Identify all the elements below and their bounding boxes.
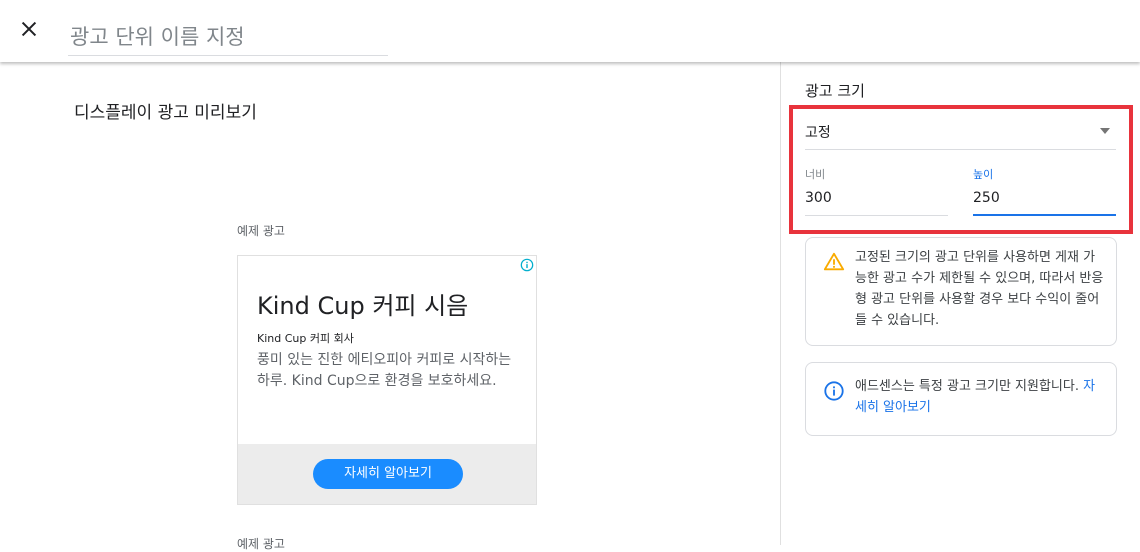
height-field[interactable]: 높이 (973, 166, 1116, 216)
info-text: 애드센스는 특정 광고 크기만 지원합니다. (855, 379, 1079, 394)
ad-size-type-value: 고정 (805, 125, 831, 141)
ad-choices-button[interactable] (520, 258, 534, 272)
preview-area: 디스플레이 광고 미리보기 예제 광고 Kind Cup 커피 시음 Kind … (0, 62, 780, 551)
width-input[interactable] (805, 188, 945, 208)
fixed-size-warning: 고정된 크기의 광고 단위를 사용하면 게재 가능한 광고 수가 제한될 수 있… (805, 237, 1117, 346)
ad-size-title: 광고 크기 (805, 82, 865, 100)
ad-headline: Kind Cup 커피 시음 (257, 292, 469, 320)
warning-icon (823, 251, 845, 273)
warning-text: 고정된 크기의 광고 단위를 사용하면 게재 가능한 광고 수가 제한될 수 있… (855, 250, 1104, 328)
sample-ad-card[interactable]: Kind Cup 커피 시음 Kind Cup 커피 회사 풍미 있는 진한 에… (237, 255, 537, 505)
sample-ad-label-second: 예제 광고 (237, 537, 285, 551)
ad-description: 풍미 있는 진한 에티오피아 커피로 시작하는 하루. Kind Cup으로 환… (257, 352, 512, 389)
ad-size-type-select[interactable]: 고정 (805, 118, 1116, 150)
preview-title: 디스플레이 광고 미리보기 (74, 103, 257, 123)
close-icon (21, 21, 37, 37)
close-button[interactable] (18, 18, 40, 40)
info-icon (520, 258, 534, 272)
height-input[interactable] (973, 188, 1113, 208)
ad-advertiser: Kind Cup 커피 회사 (257, 332, 354, 345)
width-label: 너비 (805, 168, 826, 181)
info-circle-icon (823, 380, 845, 402)
ad-footer: 자세히 알아보기 (238, 444, 536, 504)
supported-sizes-info: 애드센스는 특정 광고 크기만 지원합니다. 자세히 알아보기 (805, 362, 1117, 436)
ad-cta-button[interactable]: 자세히 알아보기 (313, 459, 463, 489)
height-label: 높이 (973, 168, 994, 181)
ad-size-panel: 광고 크기 고정 너비 높이 고정된 크기의 광고 단위를 사용하면 게재 가능… (781, 62, 1140, 545)
sample-ad-label: 예제 광고 (237, 224, 285, 238)
top-bar (0, 0, 1140, 62)
dropdown-arrow-icon (1100, 128, 1110, 134)
ad-unit-name-input[interactable] (68, 18, 388, 56)
width-field[interactable]: 너비 (805, 166, 948, 216)
